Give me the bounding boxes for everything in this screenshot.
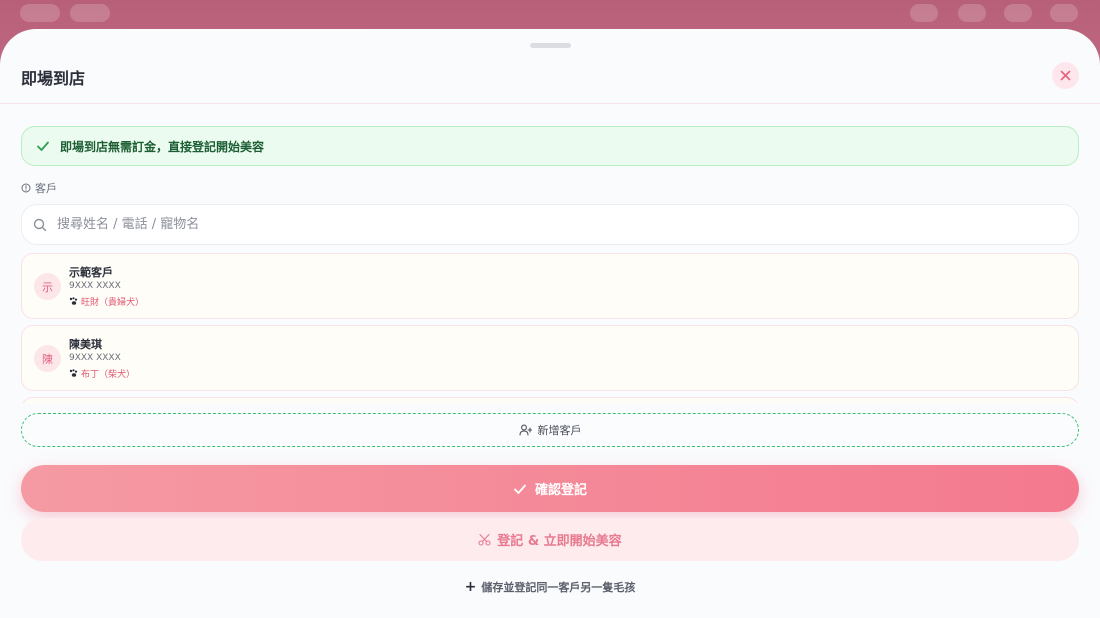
save-another-label: 儲存並登記同一客戶另一隻毛孩 [481,581,636,594]
paw-icon [69,297,78,305]
scissors-icon [478,533,491,546]
sheet-header: 即場到店 [0,29,1100,104]
client-item[interactable]: 陳 陳美琪 9XXX XXXX 布丁（柴犬） [21,325,1079,391]
client-pet-name: 布丁（柴犬） [81,370,136,380]
notice-text: 即場到店無需訂金，直接登記開始美容 [60,139,265,154]
add-client-button[interactable]: 新增客戶 [21,413,1079,447]
register-and-start-button[interactable]: 登記 & 立即開始美容 [21,518,1079,561]
avatar: 示 [34,273,61,300]
client-section-label-text: 客戶 [35,182,57,195]
client-pet: 布丁（柴犬） [69,367,135,380]
client-phone: 9XXX XXXX [69,281,121,291]
client-search[interactable] [21,204,1079,245]
client-list[interactable]: 示 示範客戶 9XXX XXXX 旺財（貴婦犬） 陳 陳美琪 9XXX XXXX [21,253,1079,403]
client-name: 陳美琪 [69,338,102,351]
avatar: 陳 [34,345,61,372]
add-client-label: 新增客戶 [537,424,582,437]
background-blur-shape [70,4,110,22]
no-deposit-notice: 即場到店無需訂金，直接登記開始美容 [21,126,1079,166]
background-blur-shape [20,4,60,22]
confirm-label: 確認登記 [534,483,587,498]
client-item[interactable]: 示 示範客戶 9XXX XXXX 旺財（貴婦犬） [21,253,1079,319]
confirm-registration-button[interactable]: 確認登記 [21,465,1079,512]
save-another-pet-link[interactable]: + 儲存並登記同一客戶另一隻毛孩 [0,579,1100,595]
client-item-partial[interactable] [21,397,1079,403]
background-blur-shape [910,4,938,22]
background-blur-shape [1050,4,1078,22]
paw-icon [69,369,78,377]
check-icon [514,484,526,494]
walk-in-sheet: 即場到店 即場到店無需訂金，直接登記開始美容 客戶 示 示範客戶 [0,29,1100,618]
client-section-label: 客戶 [21,180,57,196]
client-name: 示範客戶 [69,266,113,279]
client-phone: 9XXX XXXX [69,353,121,363]
search-input[interactable] [57,212,957,237]
add-user-icon [518,424,532,436]
background-blur-shape [1004,4,1032,22]
close-button[interactable] [1052,62,1079,89]
close-icon [1060,70,1071,81]
background-blur-shape [958,4,986,22]
register-and-start-label: 登記 & 立即開始美容 [497,534,622,549]
search-icon [33,218,47,231]
check-icon [37,141,49,151]
plus-icon: + [464,579,477,595]
client-pet-name: 旺財（貴婦犬） [81,298,145,308]
client-pet: 旺財（貴婦犬） [69,295,144,308]
sheet-title: 即場到店 [21,69,86,88]
info-icon [21,183,31,193]
